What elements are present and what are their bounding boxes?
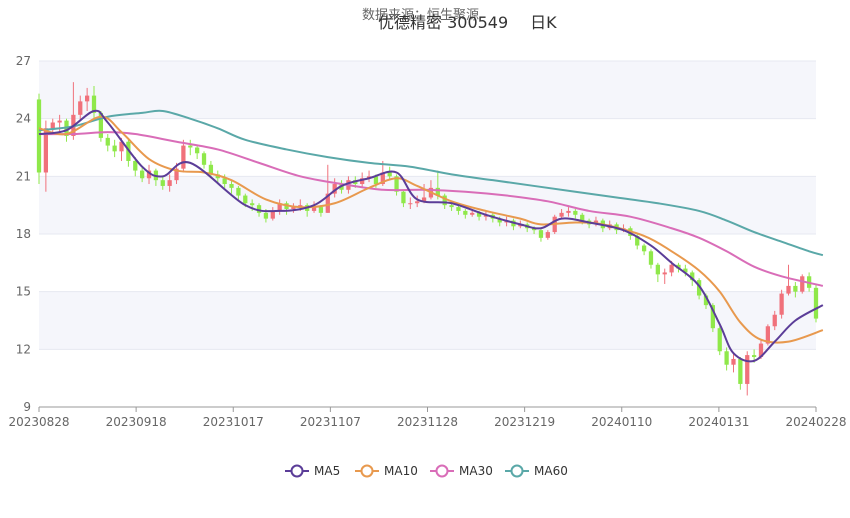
candle-down <box>112 145 117 152</box>
legend-label-ma5[interactable]: MA5 <box>314 464 340 478</box>
candle-down <box>263 212 269 219</box>
candle-up <box>78 101 83 115</box>
candle-down <box>160 180 165 186</box>
x-tick-label: 20231219 <box>494 415 555 429</box>
candle-down <box>751 355 757 358</box>
y-tick-label: 12 <box>16 342 31 356</box>
legend-label-ma10[interactable]: MA10 <box>384 464 418 478</box>
y-tick-label: 21 <box>16 169 31 183</box>
candle-down <box>449 205 454 208</box>
candle-down <box>250 203 255 206</box>
candle-up <box>669 264 674 273</box>
candle-down <box>573 210 578 215</box>
y-tick-label: 24 <box>16 112 31 126</box>
candle-down <box>188 145 193 148</box>
y-tick-label: 18 <box>16 227 31 241</box>
candle-up <box>181 145 186 169</box>
x-tick-label: 20240131 <box>688 415 749 429</box>
candlestick-chart: 9 12 15 18 21 24 27 20230828 20230918 20231017 202… <box>8 54 846 478</box>
x-tick-label: 20230918 <box>106 415 167 429</box>
candle-down <box>724 351 729 365</box>
candle-up <box>85 95 90 102</box>
x-tick-label: 20240110 <box>591 415 652 429</box>
legend-marker[interactable] <box>510 464 524 478</box>
x-tick-label: 20230828 <box>8 415 69 429</box>
x-tick-label: 20231017 <box>203 415 264 429</box>
legend-marker[interactable] <box>360 464 374 478</box>
candle-up <box>559 212 564 217</box>
candle-down <box>318 207 324 213</box>
candle-down <box>387 172 392 177</box>
candle-down <box>580 214 585 221</box>
candle-up <box>167 180 172 186</box>
candle-up <box>566 210 571 213</box>
candle-up <box>470 212 475 215</box>
candle-up <box>731 358 736 365</box>
legend-marker[interactable] <box>290 464 304 478</box>
candle-down <box>105 137 110 146</box>
candle-up <box>745 355 750 384</box>
candle-down <box>738 358 743 384</box>
candle-down <box>201 153 207 165</box>
candle-down <box>793 285 798 292</box>
grid-band <box>39 291 816 350</box>
candle-down <box>229 184 234 188</box>
candle-up <box>800 276 805 292</box>
candle-down <box>195 147 200 154</box>
candle-down <box>243 195 248 204</box>
candle-down <box>140 170 145 179</box>
legend-marker[interactable] <box>435 464 449 478</box>
candle-down <box>641 245 647 252</box>
candle-down <box>813 287 819 319</box>
candle-up <box>408 203 413 205</box>
candle-up <box>57 120 62 123</box>
legend-label-ma60[interactable]: MA60 <box>534 464 568 478</box>
candle-up <box>545 232 550 238</box>
candle-down <box>256 205 262 213</box>
x-tick-label: 20240228 <box>785 415 846 429</box>
y-tick-label: 27 <box>16 54 31 68</box>
candle-up <box>662 272 667 275</box>
candle-up <box>779 293 784 315</box>
candle-down <box>456 207 461 211</box>
y-tick-label: 9 <box>23 400 31 414</box>
candle-up <box>50 122 55 129</box>
x-tick-label: 20231107 <box>300 415 361 429</box>
candle-down <box>36 99 42 173</box>
candle-up <box>415 201 420 204</box>
candle-down <box>538 230 544 238</box>
candle-down <box>655 264 660 275</box>
candle-up <box>772 314 777 327</box>
candle-down <box>401 191 406 204</box>
x-tick-label: 20231128 <box>397 415 458 429</box>
candle-down <box>648 251 654 265</box>
y-tick-label: 15 <box>16 285 31 299</box>
candle-down <box>717 328 722 352</box>
candle-up <box>786 285 791 294</box>
legend-label-ma30[interactable]: MA30 <box>459 464 493 478</box>
candle-down <box>463 210 468 215</box>
candle-down <box>133 160 138 171</box>
candle-down <box>236 187 241 196</box>
